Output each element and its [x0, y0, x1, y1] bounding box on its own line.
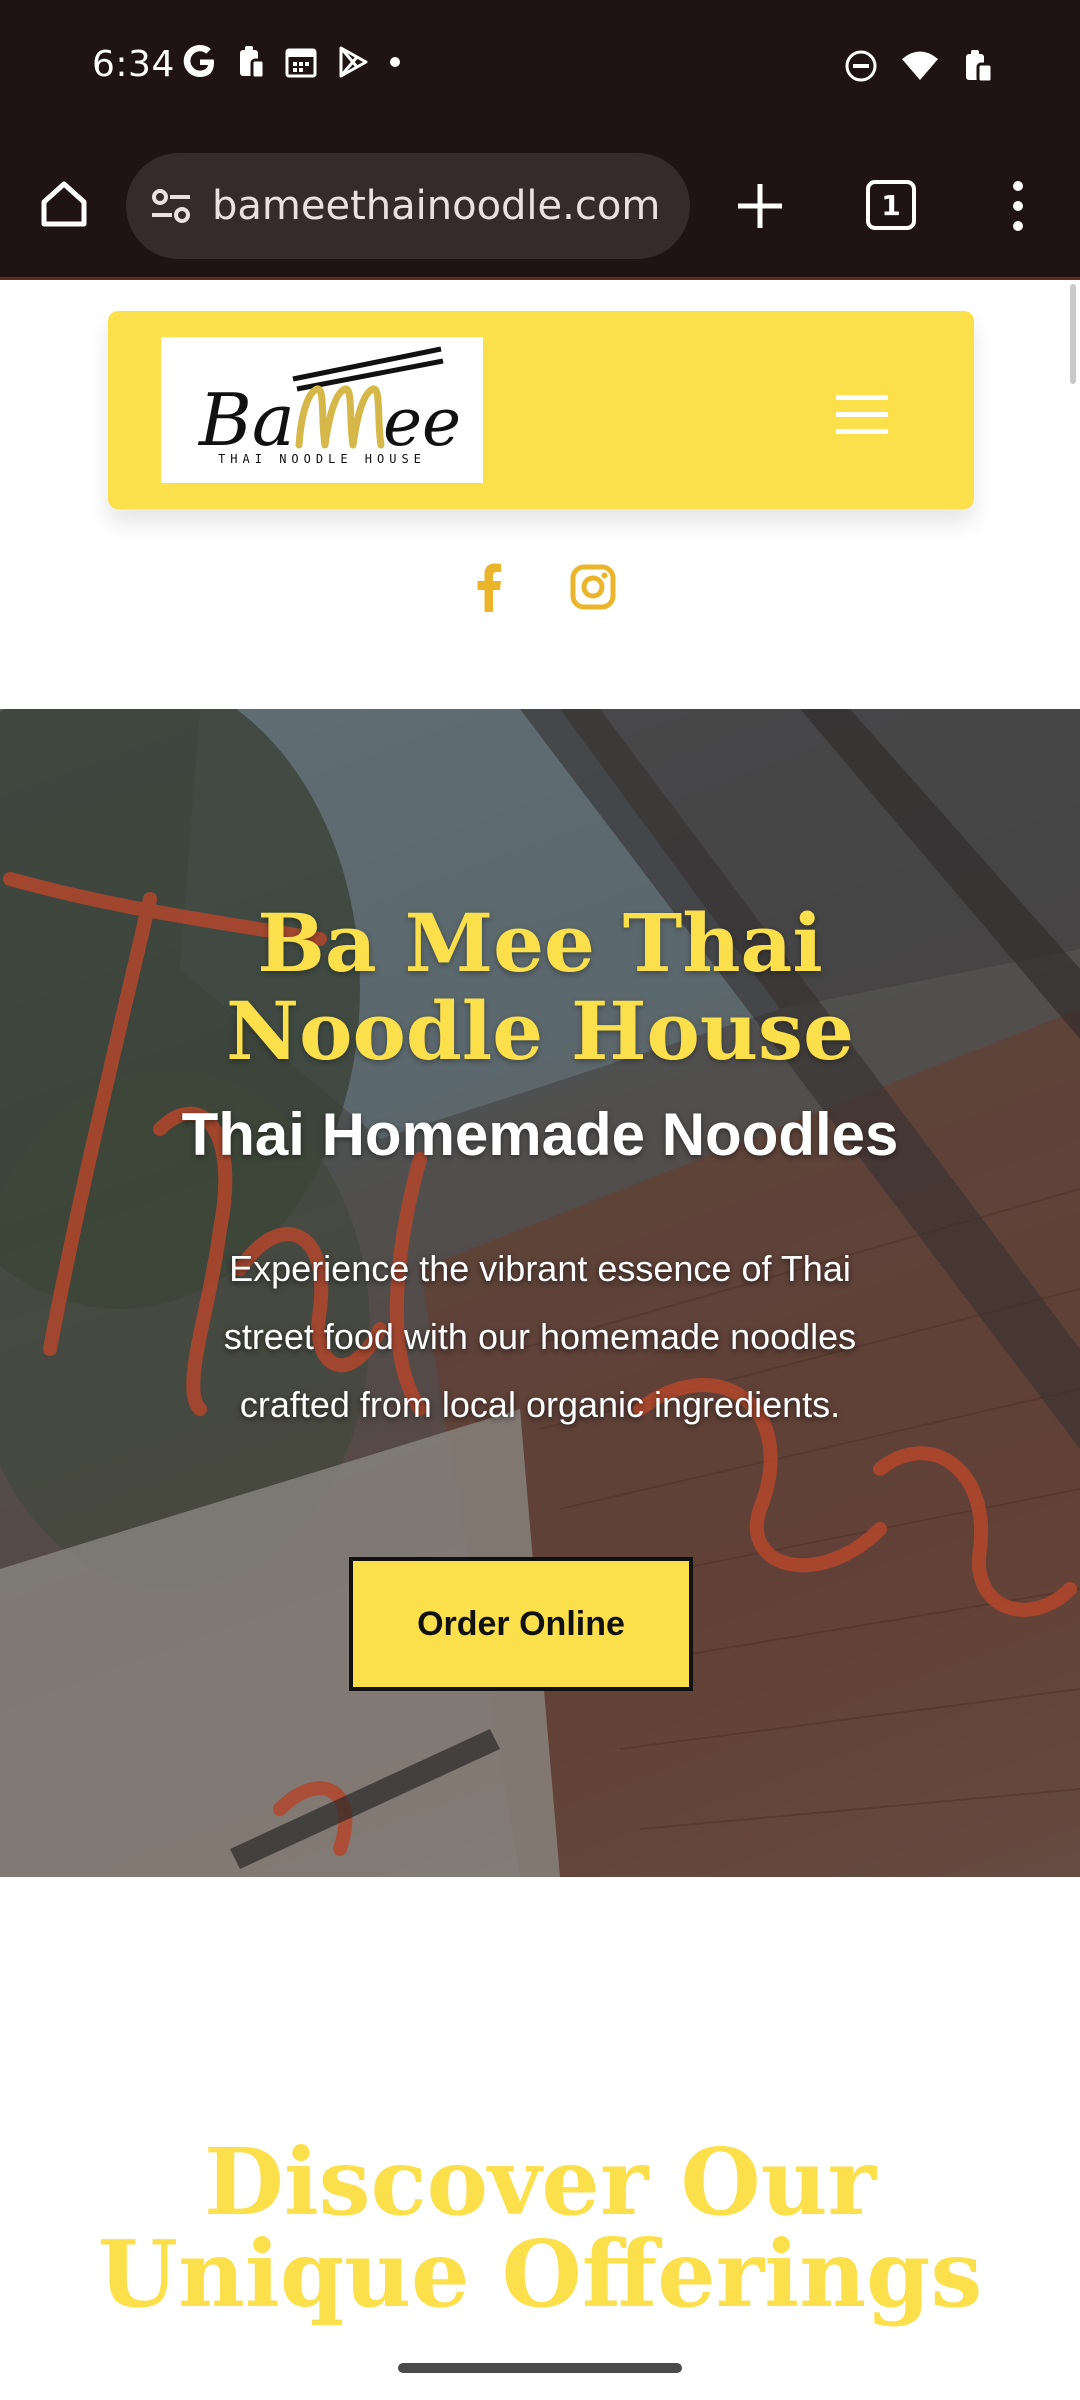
- url-text[interactable]: bameethainoodle.com: [212, 183, 660, 229]
- more-menu-icon[interactable]: [1000, 176, 1036, 236]
- hero-section: Ba Mee Thai Noodle House Thai Homemade N…: [0, 709, 1080, 1877]
- url-bar[interactable]: bameethainoodle.com: [126, 153, 690, 259]
- play-store-icon: [339, 46, 368, 78]
- svg-text:ee: ee: [383, 384, 461, 461]
- google-icon: [183, 45, 214, 77]
- social-links: [0, 562, 1080, 614]
- hero-subtitle: Thai Homemade Noodles: [181, 1101, 899, 1168]
- clipboard-icon: [240, 46, 266, 80]
- tab-switcher-button[interactable]: 1: [866, 180, 916, 230]
- hamburger-menu-icon[interactable]: [836, 395, 888, 435]
- svg-text:Ba: Ba: [197, 378, 295, 462]
- status-right-icons: [844, 48, 996, 84]
- logo-graphic: Ba ee THAI NOODLE HOUSE: [197, 346, 461, 466]
- status-time: 6:34: [92, 44, 175, 85]
- do-not-disturb-icon: [845, 50, 877, 82]
- status-left-icons: [182, 44, 402, 80]
- site-logo[interactable]: Ba ee THAI NOODLE HOUSE: [161, 337, 483, 483]
- logo-tagline: THAI NOODLE HOUSE: [218, 452, 426, 466]
- new-tab-icon[interactable]: [732, 178, 788, 234]
- status-bar: 6:34: [0, 0, 1080, 136]
- instagram-icon[interactable]: [570, 564, 616, 610]
- hero-title: Ba Mee Thai Noodle House: [226, 896, 854, 1078]
- page-scrollbar[interactable]: [1070, 284, 1076, 384]
- hero-description: Experience the vibrant essence of Thai s…: [223, 1248, 857, 1425]
- offerings-heading: Discover Our Unique Offerings: [97, 2128, 983, 2328]
- dot-icon: [390, 57, 400, 67]
- site-settings-icon[interactable]: [148, 183, 194, 229]
- home-icon[interactable]: [36, 176, 92, 232]
- battery-icon: [966, 50, 994, 84]
- browser-toolbar: bameethainoodle.com 1: [0, 136, 1080, 280]
- wifi-icon: [902, 51, 938, 80]
- hero-content: Ba Mee Thai Noodle House Thai Homemade N…: [0, 709, 1080, 1877]
- site-header: Ba ee THAI NOODLE HOUSE: [108, 311, 974, 509]
- order-online-button[interactable]: Order Online: [349, 1557, 693, 1691]
- calendar-icon: [285, 48, 317, 78]
- gesture-navigation-bar[interactable]: [398, 2363, 682, 2373]
- facebook-icon[interactable]: [474, 562, 504, 612]
